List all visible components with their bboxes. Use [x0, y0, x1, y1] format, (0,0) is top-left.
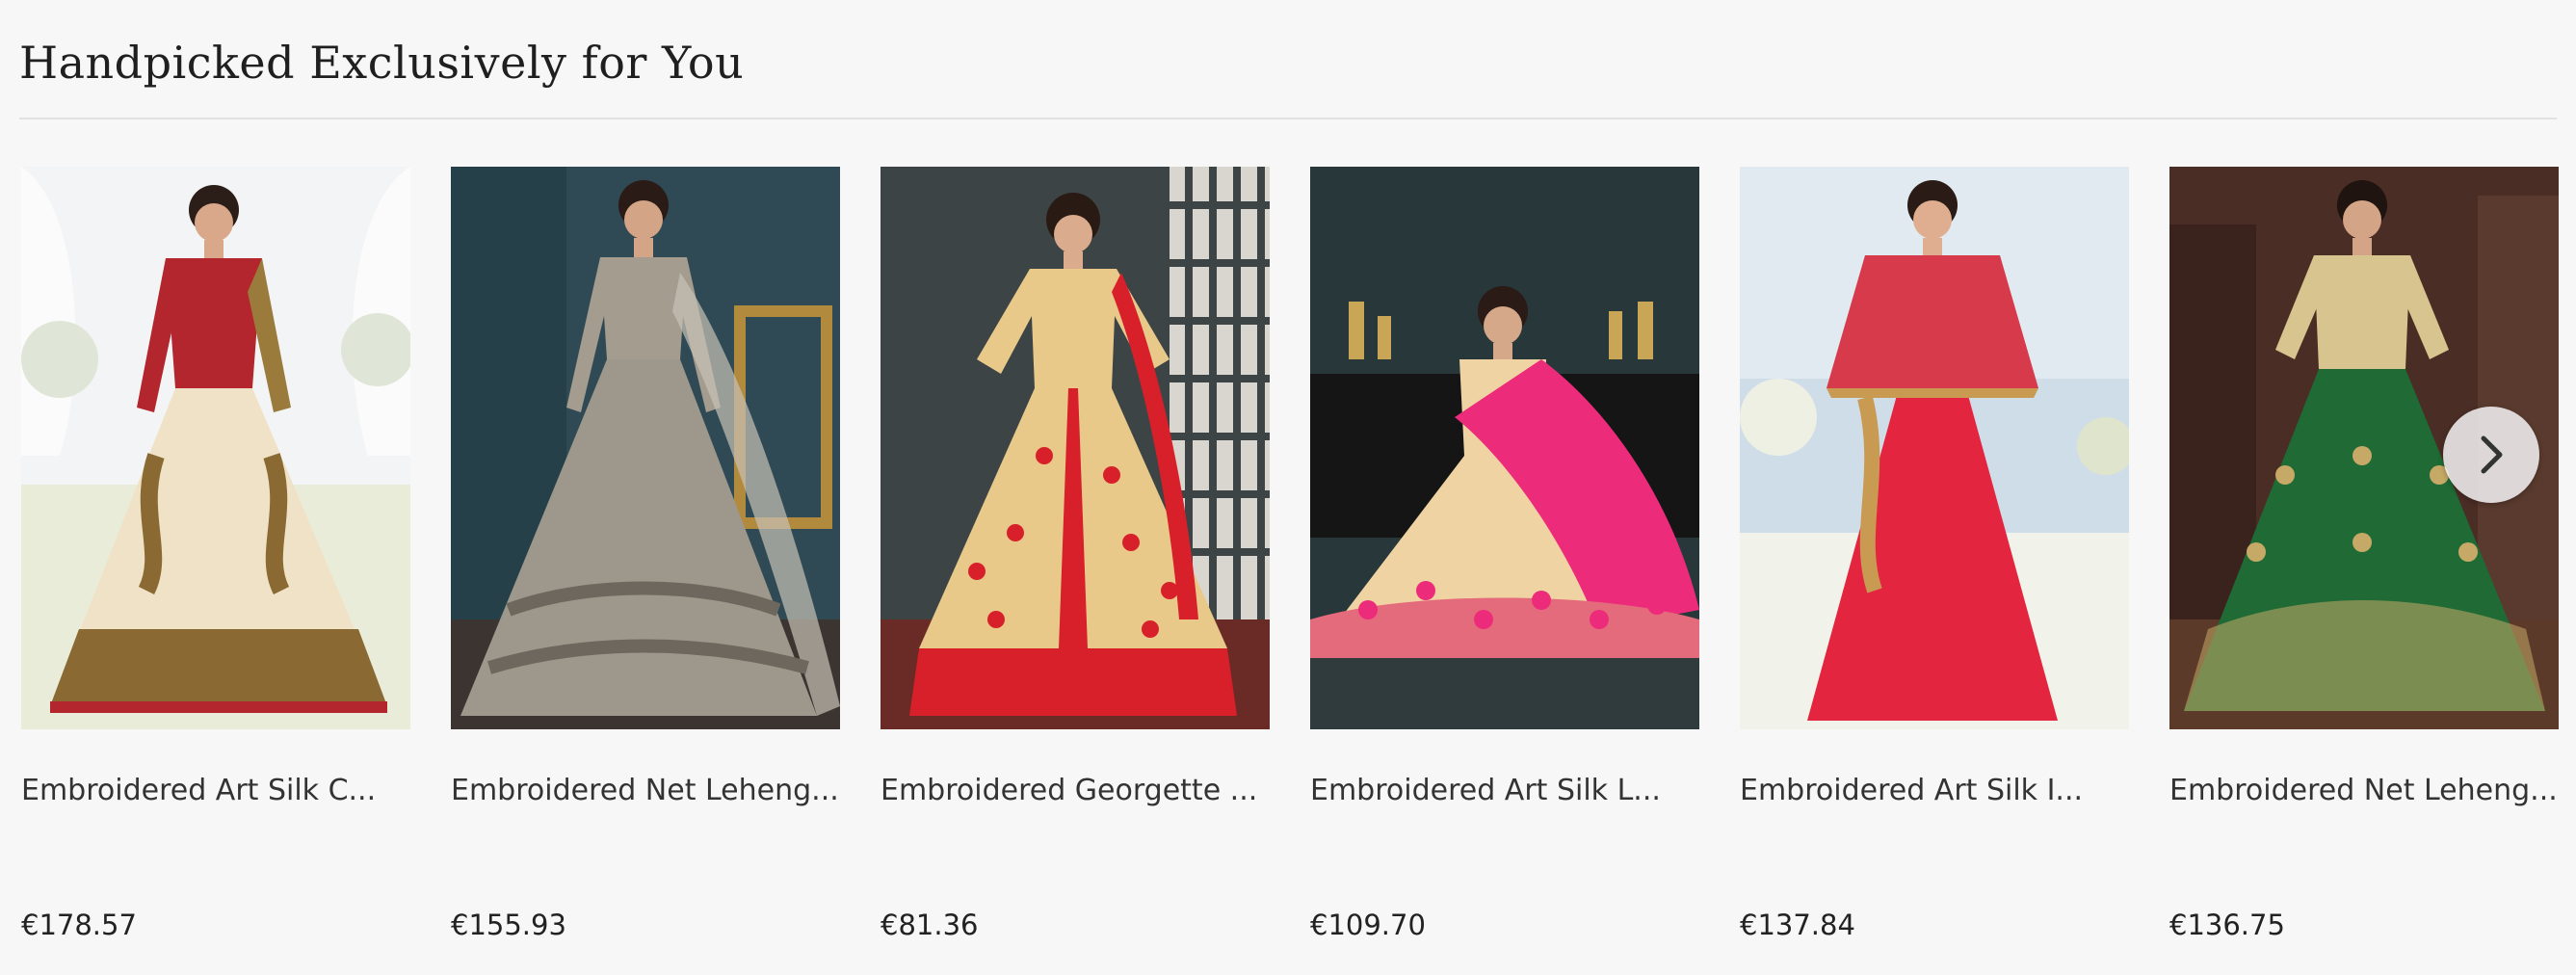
product-price: €137.84	[1740, 909, 1855, 941]
dress-illustration	[1310, 167, 1699, 729]
product-name[interactable]: Embroidered Georgette ...	[881, 774, 1270, 807]
product-price: €136.75	[2169, 909, 2285, 941]
product-price: €109.70	[1310, 909, 1426, 941]
dress-illustration	[21, 167, 410, 729]
product-name[interactable]: Embroidered Art Silk I...	[1740, 774, 2129, 807]
product-image[interactable]	[21, 167, 410, 729]
product-image[interactable]	[1740, 167, 2129, 729]
product-card[interactable]: Embroidered Net Leheng... €136.75	[2169, 167, 2559, 957]
section-title: Handpicked Exclusively for You	[19, 37, 745, 89]
product-price: €178.57	[21, 909, 137, 941]
chevron-right-icon	[2481, 435, 2503, 474]
product-image[interactable]	[881, 167, 1270, 729]
section-divider	[19, 118, 2557, 119]
product-name[interactable]: Embroidered Art Silk L...	[1310, 774, 1699, 807]
product-card[interactable]: Embroidered Art Silk I... €137.84	[1740, 167, 2129, 957]
product-image[interactable]	[451, 167, 840, 729]
product-carousel: Embroidered Art Silk C... €178.57 Embroi…	[21, 167, 2559, 957]
product-card[interactable]: Embroidered Georgette ... €81.36	[881, 167, 1270, 957]
product-card[interactable]: Embroidered Net Leheng... €155.93	[451, 167, 840, 957]
carousel-next-button[interactable]	[2443, 407, 2539, 503]
product-card[interactable]: Embroidered Art Silk C... €178.57	[21, 167, 410, 957]
product-name[interactable]: Embroidered Art Silk C...	[21, 774, 410, 807]
dress-illustration	[451, 167, 840, 729]
product-name[interactable]: Embroidered Net Leheng...	[2169, 774, 2559, 807]
product-price: €155.93	[451, 909, 566, 941]
product-name[interactable]: Embroidered Net Leheng...	[451, 774, 840, 807]
product-carousel-section: Handpicked Exclusively for You Embroider…	[0, 0, 2576, 975]
product-price: €81.36	[881, 909, 979, 941]
dress-illustration	[881, 167, 1270, 729]
product-image[interactable]	[1310, 167, 1699, 729]
dress-illustration	[1740, 167, 2129, 729]
product-card[interactable]: Embroidered Art Silk L... €109.70	[1310, 167, 1699, 957]
